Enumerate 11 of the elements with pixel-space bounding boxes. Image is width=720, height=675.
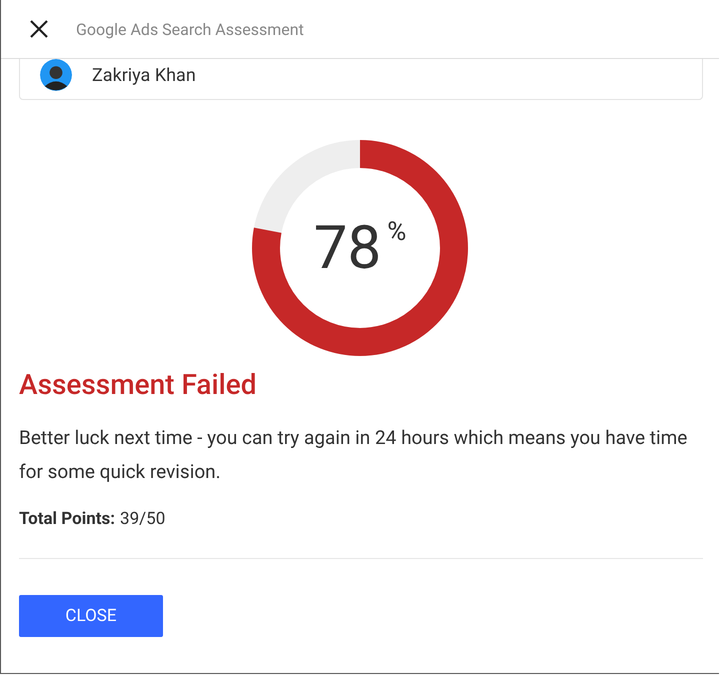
result-message: Better luck next time - you can try again in 24 hours which means you have time for some quick revision. (19, 425, 688, 485)
score-unit: % (387, 217, 406, 247)
close-button[interactable]: CLOSE (19, 595, 163, 637)
score-value: 78 (314, 218, 382, 278)
avatar-icon (40, 59, 72, 91)
result-title: Assessment Failed (19, 368, 258, 401)
close-icon[interactable] (30, 20, 48, 38)
dialog-title: Google Ads Search Assessment (76, 20, 304, 38)
points-value: 39/50 (120, 509, 166, 529)
user-name: Zakriya Khan (92, 64, 196, 86)
points-label: Total Points: (19, 509, 116, 529)
